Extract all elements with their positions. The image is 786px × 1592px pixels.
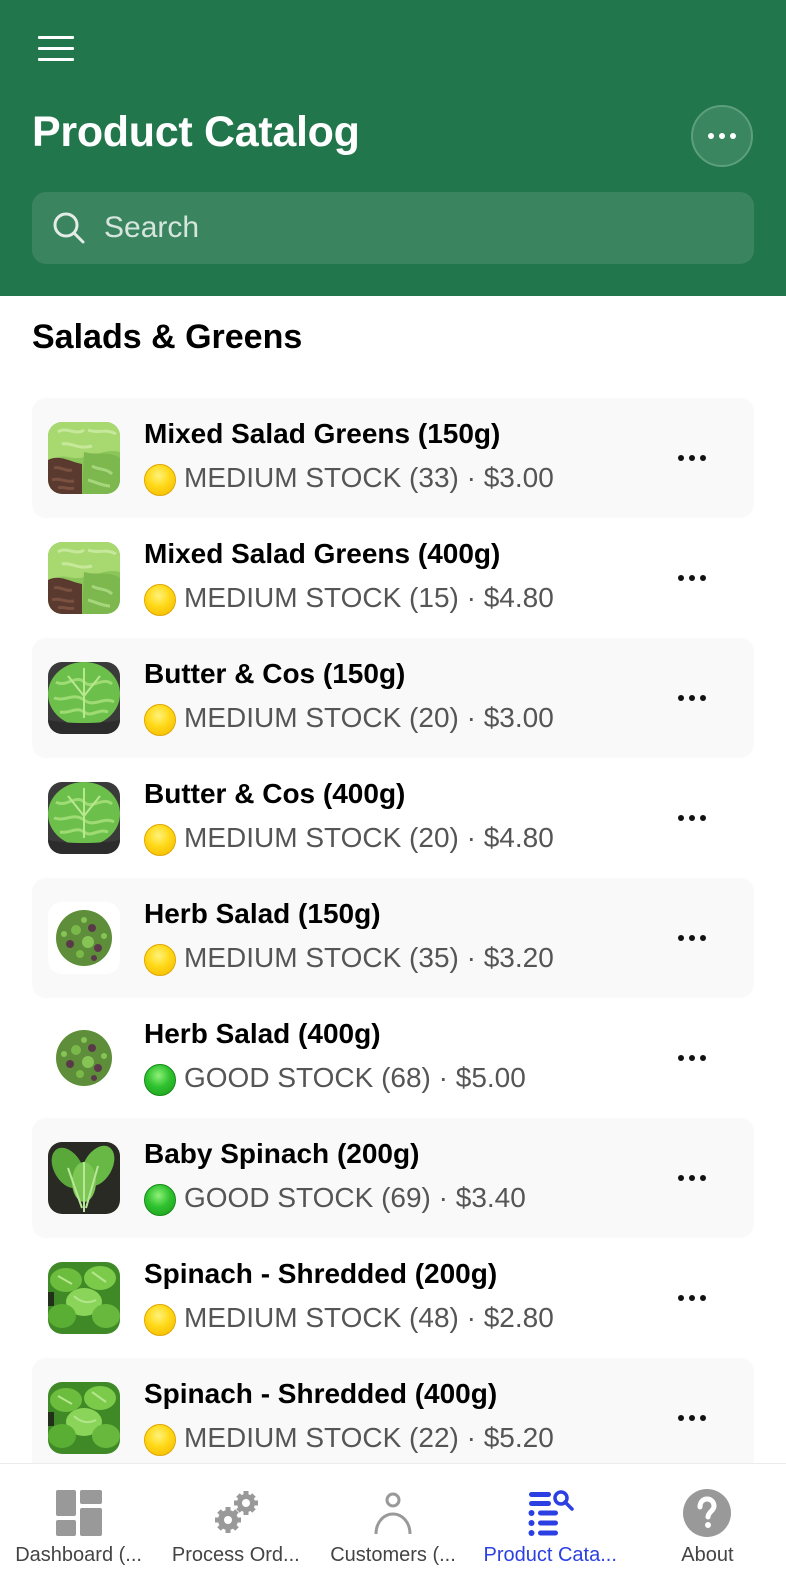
app: Product Catalog Salads & Greens Mixed Sa… (0, 0, 786, 1592)
ellipsis-icon (678, 1295, 684, 1301)
product-stock-price: MEDIUM STOCK (15) · $4.80 (144, 582, 554, 616)
product-thumbnail (48, 1142, 120, 1214)
tab-label: Product Cata... (483, 1544, 617, 1566)
tab-about[interactable]: About (629, 1464, 786, 1592)
header-more-button[interactable] (691, 105, 753, 167)
product-row[interactable]: Butter & Cos (400g) MEDIUM STOCK (20) · … (32, 758, 754, 878)
search-bar[interactable] (32, 192, 754, 264)
good-stock-indicator-icon (144, 1064, 176, 1096)
tab-dashboard[interactable]: Dashboard (... (0, 1464, 157, 1592)
row-more-button[interactable] (672, 1046, 712, 1070)
product-name: Spinach - Shredded (200g) (144, 1258, 498, 1289)
product-name: Mixed Salad Greens (150g) (144, 418, 501, 449)
stock-label: MEDIUM STOCK (33) · $3.00 (184, 462, 554, 493)
product-list: Mixed Salad Greens (150g) MEDIUM STOCK (… (32, 398, 754, 1478)
product-stock-price: GOOD STOCK (68) · $5.00 (144, 1062, 526, 1096)
stock-label: GOOD STOCK (69) · $3.40 (184, 1182, 526, 1213)
product-thumbnail (48, 1262, 120, 1334)
ellipsis-icon (678, 1175, 684, 1181)
ellipsis-icon (678, 695, 684, 701)
product-stock-price: MEDIUM STOCK (35) · $3.20 (144, 942, 554, 976)
product-row[interactable]: Herb Salad (400g) GOOD STOCK (68) · $5.0… (32, 998, 754, 1118)
row-more-button[interactable] (672, 1406, 712, 1430)
tab-bar: Dashboard (... Process Ord... Customers … (0, 1463, 786, 1592)
product-name: Mixed Salad Greens (400g) (144, 538, 501, 569)
ellipsis-icon (678, 1415, 684, 1421)
tab-label: Process Ord... (171, 1544, 300, 1566)
product-stock-price: MEDIUM STOCK (33) · $3.00 (144, 462, 554, 496)
hamburger-icon[interactable] (38, 36, 74, 62)
product-row[interactable]: Mixed Salad Greens (150g) MEDIUM STOCK (… (32, 398, 754, 518)
ellipsis-icon (678, 815, 684, 821)
product-row[interactable]: Spinach - Shredded (400g) MEDIUM STOCK (… (32, 1358, 754, 1478)
medium-stock-indicator-icon (144, 824, 176, 856)
product-stock-price: MEDIUM STOCK (22) · $5.20 (144, 1422, 554, 1456)
product-row[interactable]: Herb Salad (150g) MEDIUM STOCK (35) · $3… (32, 878, 754, 998)
ellipsis-icon (678, 575, 684, 581)
person-icon (368, 1488, 418, 1538)
row-more-button[interactable] (672, 446, 712, 470)
row-more-button[interactable] (672, 806, 712, 830)
product-thumbnail (48, 902, 120, 974)
product-row[interactable]: Baby Spinach (200g) GOOD STOCK (69) · $3… (32, 1118, 754, 1238)
product-thumbnail (48, 662, 120, 734)
product-thumbnail (48, 1382, 120, 1454)
medium-stock-indicator-icon (144, 944, 176, 976)
medium-stock-indicator-icon (144, 464, 176, 496)
ellipsis-icon (678, 935, 684, 941)
product-stock-price: MEDIUM STOCK (20) · $3.00 (144, 702, 554, 736)
tab-label: About (681, 1544, 734, 1566)
help-circle-icon (682, 1488, 732, 1538)
product-name: Butter & Cos (150g) (144, 658, 406, 689)
ellipsis-icon (678, 455, 684, 461)
product-name: Herb Salad (400g) (144, 1018, 381, 1049)
product-row[interactable]: Mixed Salad Greens (400g) MEDIUM STOCK (… (32, 518, 754, 638)
product-row[interactable]: Butter & Cos (150g) MEDIUM STOCK (20) · … (32, 638, 754, 758)
header: Product Catalog (0, 0, 786, 296)
row-more-button[interactable] (672, 926, 712, 950)
row-more-button[interactable] (672, 1166, 712, 1190)
row-more-button[interactable] (672, 566, 712, 590)
product-stock-price: GOOD STOCK (69) · $3.40 (144, 1182, 526, 1216)
dashboard-icon (54, 1488, 104, 1538)
medium-stock-indicator-icon (144, 584, 176, 616)
search-input[interactable] (104, 192, 734, 264)
ellipsis-icon (678, 1055, 684, 1061)
product-name: Baby Spinach (200g) (144, 1138, 420, 1169)
row-more-button[interactable] (672, 1286, 712, 1310)
stock-label: GOOD STOCK (68) · $5.00 (184, 1062, 526, 1093)
product-stock-price: MEDIUM STOCK (48) · $2.80 (144, 1302, 554, 1336)
list-search-icon (525, 1488, 575, 1538)
gears-icon (211, 1488, 261, 1538)
stock-label: MEDIUM STOCK (35) · $3.20 (184, 942, 554, 973)
tab-product-cata[interactable]: Product Cata... (472, 1464, 629, 1592)
page-title: Product Catalog (32, 108, 360, 156)
product-stock-price: MEDIUM STOCK (20) · $4.80 (144, 822, 554, 856)
tab-customers[interactable]: Customers (... (314, 1464, 471, 1592)
product-thumbnail (48, 422, 120, 494)
search-icon (53, 212, 85, 244)
row-more-button[interactable] (672, 686, 712, 710)
product-thumbnail (48, 542, 120, 614)
stock-label: MEDIUM STOCK (20) · $4.80 (184, 822, 554, 853)
medium-stock-indicator-icon (144, 1424, 176, 1456)
tab-label: Dashboard (... (15, 1544, 142, 1566)
product-row[interactable]: Spinach - Shredded (200g) MEDIUM STOCK (… (32, 1238, 754, 1358)
tab-label: Customers (... (330, 1544, 456, 1566)
stock-label: MEDIUM STOCK (20) · $3.00 (184, 702, 554, 733)
section-title: Salads & Greens (32, 318, 303, 356)
ellipsis-icon (708, 133, 714, 139)
product-name: Herb Salad (150g) (144, 898, 381, 929)
medium-stock-indicator-icon (144, 704, 176, 736)
product-name: Spinach - Shredded (400g) (144, 1378, 498, 1409)
good-stock-indicator-icon (144, 1184, 176, 1216)
stock-label: MEDIUM STOCK (22) · $5.20 (184, 1422, 554, 1453)
product-thumbnail (48, 1022, 120, 1094)
product-thumbnail (48, 782, 120, 854)
tab-process-ord[interactable]: Process Ord... (157, 1464, 314, 1592)
medium-stock-indicator-icon (144, 1304, 176, 1336)
stock-label: MEDIUM STOCK (15) · $4.80 (184, 582, 554, 613)
stock-label: MEDIUM STOCK (48) · $2.80 (184, 1302, 554, 1333)
product-name: Butter & Cos (400g) (144, 778, 406, 809)
